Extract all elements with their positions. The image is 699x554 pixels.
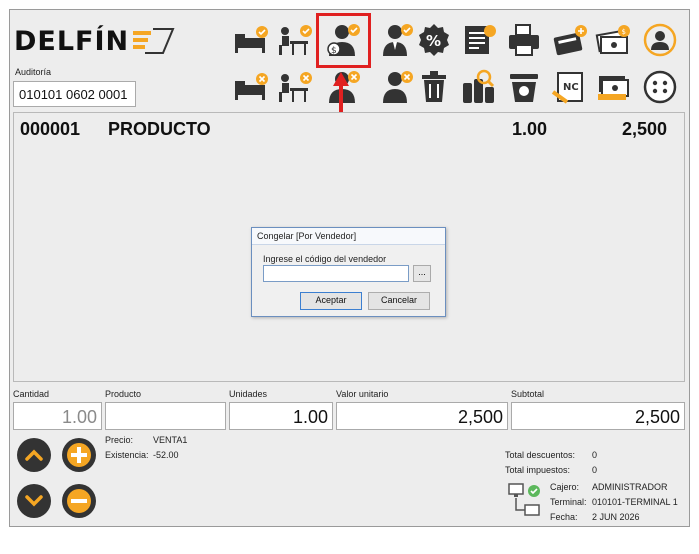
total-descuentos-value: 0 — [592, 450, 598, 460]
unidades-label: Unidades — [229, 389, 268, 399]
subtotal-label: Subtotal — [511, 389, 545, 399]
receipt-icon[interactable] — [459, 20, 499, 60]
logo-text: DELFÍN — [14, 25, 130, 57]
subtotal-field[interactable]: 2,500 — [511, 402, 685, 430]
bed-check-icon[interactable] — [231, 20, 271, 60]
cancel-button[interactable]: Cancelar — [368, 292, 430, 310]
cash-icon[interactable] — [593, 67, 633, 107]
chevron-up-icon — [25, 449, 43, 461]
delfin-logo: DELFÍN — [14, 24, 177, 58]
item-name: PRODUCTO — [108, 119, 211, 139]
existencia-label: Existencia: — [105, 450, 149, 460]
minus-icon — [67, 489, 91, 513]
plus-icon — [67, 443, 91, 467]
valor-unitario-label: Valor unitario — [336, 389, 389, 399]
fecha-label: Fecha: — [550, 512, 578, 522]
dialog-label: Ingrese el código del vendedor — [263, 254, 387, 264]
percent-icon[interactable]: % — [414, 20, 454, 60]
fecha-value: 2 JUN 2026 — [592, 512, 640, 522]
printer-icon[interactable] — [505, 20, 545, 60]
add-quantity-button[interactable] — [62, 438, 96, 472]
valor-unitario-field[interactable]: 2,500 — [336, 402, 508, 430]
item-qty: 1.00 — [512, 119, 548, 139]
svg-text:NC: NC — [563, 82, 579, 93]
bed-x-icon[interactable] — [231, 67, 271, 107]
cash-register-icon[interactable] — [549, 20, 589, 60]
cantidad-field[interactable]: 1.00 — [13, 402, 102, 430]
logo-mark-icon — [133, 28, 175, 54]
cajero-value: ADMINISTRADOR — [592, 482, 668, 492]
browse-button[interactable]: ... — [413, 265, 431, 282]
more-options-icon[interactable] — [640, 67, 680, 107]
cajero-label: Cajero: — [550, 482, 580, 492]
total-descuentos-label: Total descuentos: — [505, 450, 576, 460]
user-refresh-icon[interactable] — [640, 20, 680, 60]
producto-field[interactable] — [105, 402, 226, 430]
scroll-down-button[interactable] — [17, 484, 51, 518]
total-impuestos-label: Total impuestos: — [505, 465, 571, 475]
seller-code-input[interactable] — [263, 265, 409, 282]
precio-value: VENTA1 — [153, 435, 188, 445]
audit-field: 010101 0602 0001 — [13, 81, 136, 107]
item-amount: 2,500 — [622, 119, 668, 139]
desk-x-icon[interactable] — [274, 67, 314, 107]
credit-note-icon[interactable]: NC — [549, 67, 589, 107]
existencia-value: -52.00 — [153, 450, 179, 460]
item-code: 000001 — [20, 119, 81, 139]
producto-label: Producto — [105, 389, 142, 399]
chevron-down-icon — [25, 495, 43, 507]
terminal-label: Terminal: — [550, 497, 587, 507]
scroll-up-button[interactable] — [17, 438, 51, 472]
desk-check-icon[interactable] — [274, 20, 314, 60]
scale-icon[interactable] — [505, 67, 545, 107]
subtract-quantity-button[interactable] — [62, 484, 96, 518]
precio-label: Precio: — [105, 435, 134, 445]
svg-text:%: % — [426, 32, 441, 50]
network-status-icon — [507, 481, 543, 524]
terminal-value: 010101-TERMINAL 1 — [592, 497, 678, 507]
highlight-box — [316, 13, 371, 68]
money-bills-icon[interactable]: $ — [593, 20, 633, 60]
audit-label: Auditoría — [15, 67, 52, 77]
accept-button[interactable]: Aceptar — [300, 292, 362, 310]
svg-text:$: $ — [622, 28, 626, 36]
trash-icon[interactable] — [414, 67, 454, 107]
person-x-icon[interactable] — [377, 67, 417, 107]
products-search-icon[interactable] — [459, 67, 499, 107]
freeze-dialog: Congelar [Por Vendedor] Ingrese el códig… — [251, 227, 446, 317]
cantidad-label: Cantidad — [13, 389, 50, 399]
total-impuestos-value: 0 — [592, 465, 598, 475]
dialog-title: Congelar [Por Vendedor] — [252, 228, 445, 245]
unidades-field[interactable]: 1.00 — [229, 402, 333, 430]
person-check-icon[interactable] — [377, 20, 417, 60]
